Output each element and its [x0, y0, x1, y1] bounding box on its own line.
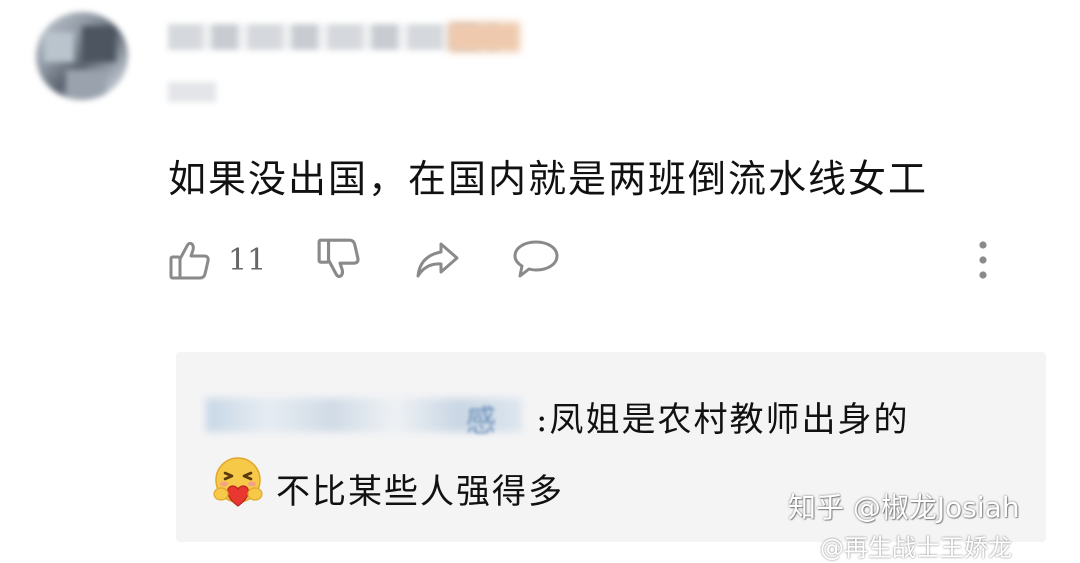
hug-heart-emoji — [213, 457, 263, 507]
reply-text-line1: :凤姐是农村教师出身的 — [536, 400, 910, 440]
dislike-button[interactable] — [316, 236, 362, 282]
comment-meta-blurred — [168, 82, 216, 102]
comment-action-bar: 11 — [0, 232, 1080, 288]
speech-bubble-icon — [513, 240, 559, 278]
more-vertical-icon — [979, 241, 987, 279]
weibo-watermark: @再生战士王娇龙 — [820, 534, 1012, 562]
reply-text-line2: 不比某些人强得多 — [276, 472, 564, 512]
share-button[interactable] — [414, 240, 460, 280]
like-button[interactable]: 11 — [168, 238, 266, 282]
more-options-button[interactable] — [976, 240, 990, 280]
avatar[interactable] — [36, 12, 128, 100]
zhihu-watermark: 知乎 @椒龙Josiah — [788, 491, 1020, 524]
reply-button[interactable] — [512, 238, 560, 280]
thumbs-down-icon — [317, 238, 360, 278]
thumbs-up-icon — [169, 241, 210, 280]
comment-text: 如果没出国，在国内就是两班倒流水线女工 — [168, 157, 929, 201]
like-count: 11 — [228, 242, 267, 278]
reply-author-tail[interactable]: 感 — [466, 396, 496, 440]
share-arrow-icon — [416, 242, 459, 278]
commenter-badge-blurred — [448, 22, 520, 52]
